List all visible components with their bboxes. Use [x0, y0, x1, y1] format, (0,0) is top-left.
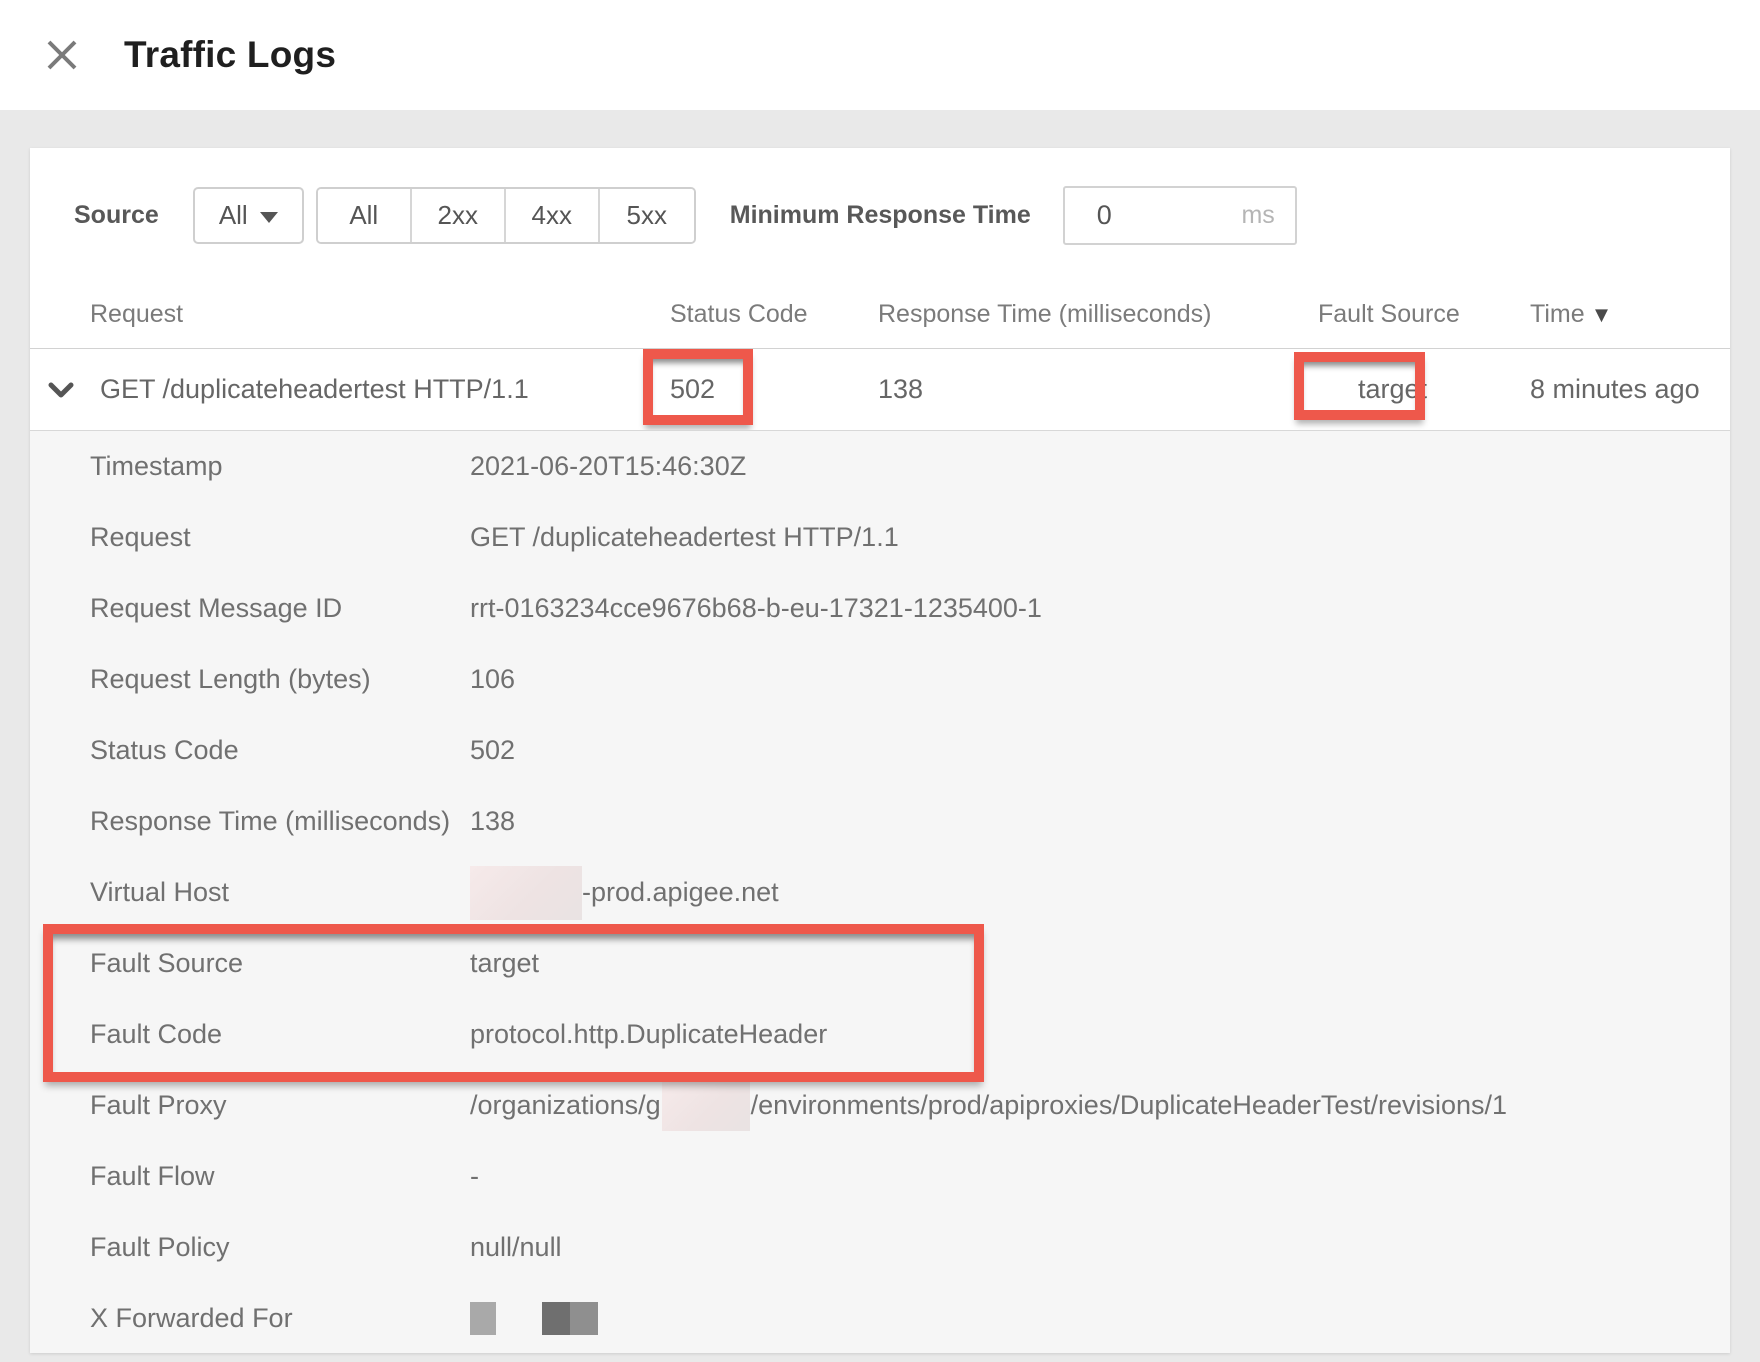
row-time: 8 minutes ago: [1530, 374, 1730, 405]
caret-down-icon: [260, 212, 278, 223]
page-title: Traffic Logs: [124, 34, 336, 76]
status-filter-4xx[interactable]: 4xx: [506, 189, 600, 242]
column-header-response-time: Response Time (milliseconds): [878, 300, 1318, 329]
column-header-request: Request: [30, 300, 670, 329]
column-header-status-code: Status Code: [670, 300, 878, 329]
ms-unit-label: ms: [1241, 201, 1274, 230]
status-filter-all[interactable]: All: [318, 189, 412, 242]
detail-row-fault-proxy: Fault Proxy /organizations/g/environment…: [30, 1070, 1730, 1141]
sort-desc-icon: ▼: [1591, 302, 1613, 327]
column-header-time[interactable]: Time▼: [1530, 300, 1730, 329]
traffic-logs-card: Source All All 2xx 4xx 5xx Minimum Respo…: [30, 148, 1730, 1353]
filter-bar: Source All All 2xx 4xx 5xx Minimum Respo…: [30, 148, 1730, 244]
source-dropdown-value: All: [219, 200, 248, 231]
detail-row-fault-policy: Fault Policy null/null: [30, 1212, 1730, 1283]
min-response-time-label: Minimum Response Time: [730, 201, 1031, 230]
min-response-time-value: 0: [1097, 200, 1112, 231]
redacted-org-block: [470, 866, 582, 920]
detail-row-fault-flow: Fault Flow -: [30, 1141, 1730, 1212]
detail-row-virtual-host: Virtual Host -prod.apigee.net: [30, 857, 1730, 928]
log-details-panel: Timestamp 2021-06-20T15:46:30Z Request G…: [30, 430, 1730, 1353]
detail-row-fault-code: Fault Code protocol.http.DuplicateHeader: [30, 999, 1730, 1070]
column-header-fault-source: Fault Source: [1318, 300, 1530, 329]
detail-row-response-time: Response Time (milliseconds) 138: [30, 786, 1730, 857]
detail-row-request: Request GET /duplicateheadertest HTTP/1.…: [30, 502, 1730, 573]
log-table-row[interactable]: GET /duplicateheadertest HTTP/1.1 502 13…: [30, 349, 1730, 430]
redacted-ip-block: [570, 1302, 598, 1335]
detail-row-status-code: Status Code 502: [30, 715, 1730, 786]
detail-row-timestamp: Timestamp 2021-06-20T15:46:30Z: [30, 431, 1730, 502]
min-response-time-input[interactable]: 0 ms: [1063, 186, 1297, 245]
row-response-time: 138: [878, 374, 1318, 405]
row-request: GET /duplicateheadertest HTTP/1.1: [100, 374, 529, 405]
status-filter-group: All 2xx 4xx 5xx: [316, 187, 696, 244]
redacted-ip-block: [542, 1302, 570, 1335]
chevron-down-icon[interactable]: [48, 382, 74, 398]
table-header-row: Request Status Code Response Time (milli…: [30, 300, 1730, 349]
status-filter-5xx[interactable]: 5xx: [600, 189, 694, 242]
row-fault-source: target: [1318, 374, 1530, 405]
detail-row-request-message-id: Request Message ID rrt-0163234cce9676b68…: [30, 573, 1730, 644]
detail-row-x-forwarded-for: X Forwarded For: [30, 1283, 1730, 1353]
status-filter-2xx[interactable]: 2xx: [412, 189, 506, 242]
detail-row-fault-source: Fault Source target: [30, 928, 1730, 999]
row-status-code: 502: [670, 374, 878, 405]
detail-row-request-length: Request Length (bytes) 106: [30, 644, 1730, 715]
redacted-ip-block: [470, 1302, 496, 1335]
close-icon[interactable]: [44, 37, 80, 73]
traffic-logs-screen: Traffic Logs Source All All 2xx 4xx 5xx …: [0, 0, 1760, 1362]
source-dropdown[interactable]: All: [193, 187, 304, 244]
redacted-org-block: [662, 1081, 750, 1131]
topbar: Traffic Logs: [0, 0, 1760, 110]
source-label: Source: [74, 201, 159, 230]
